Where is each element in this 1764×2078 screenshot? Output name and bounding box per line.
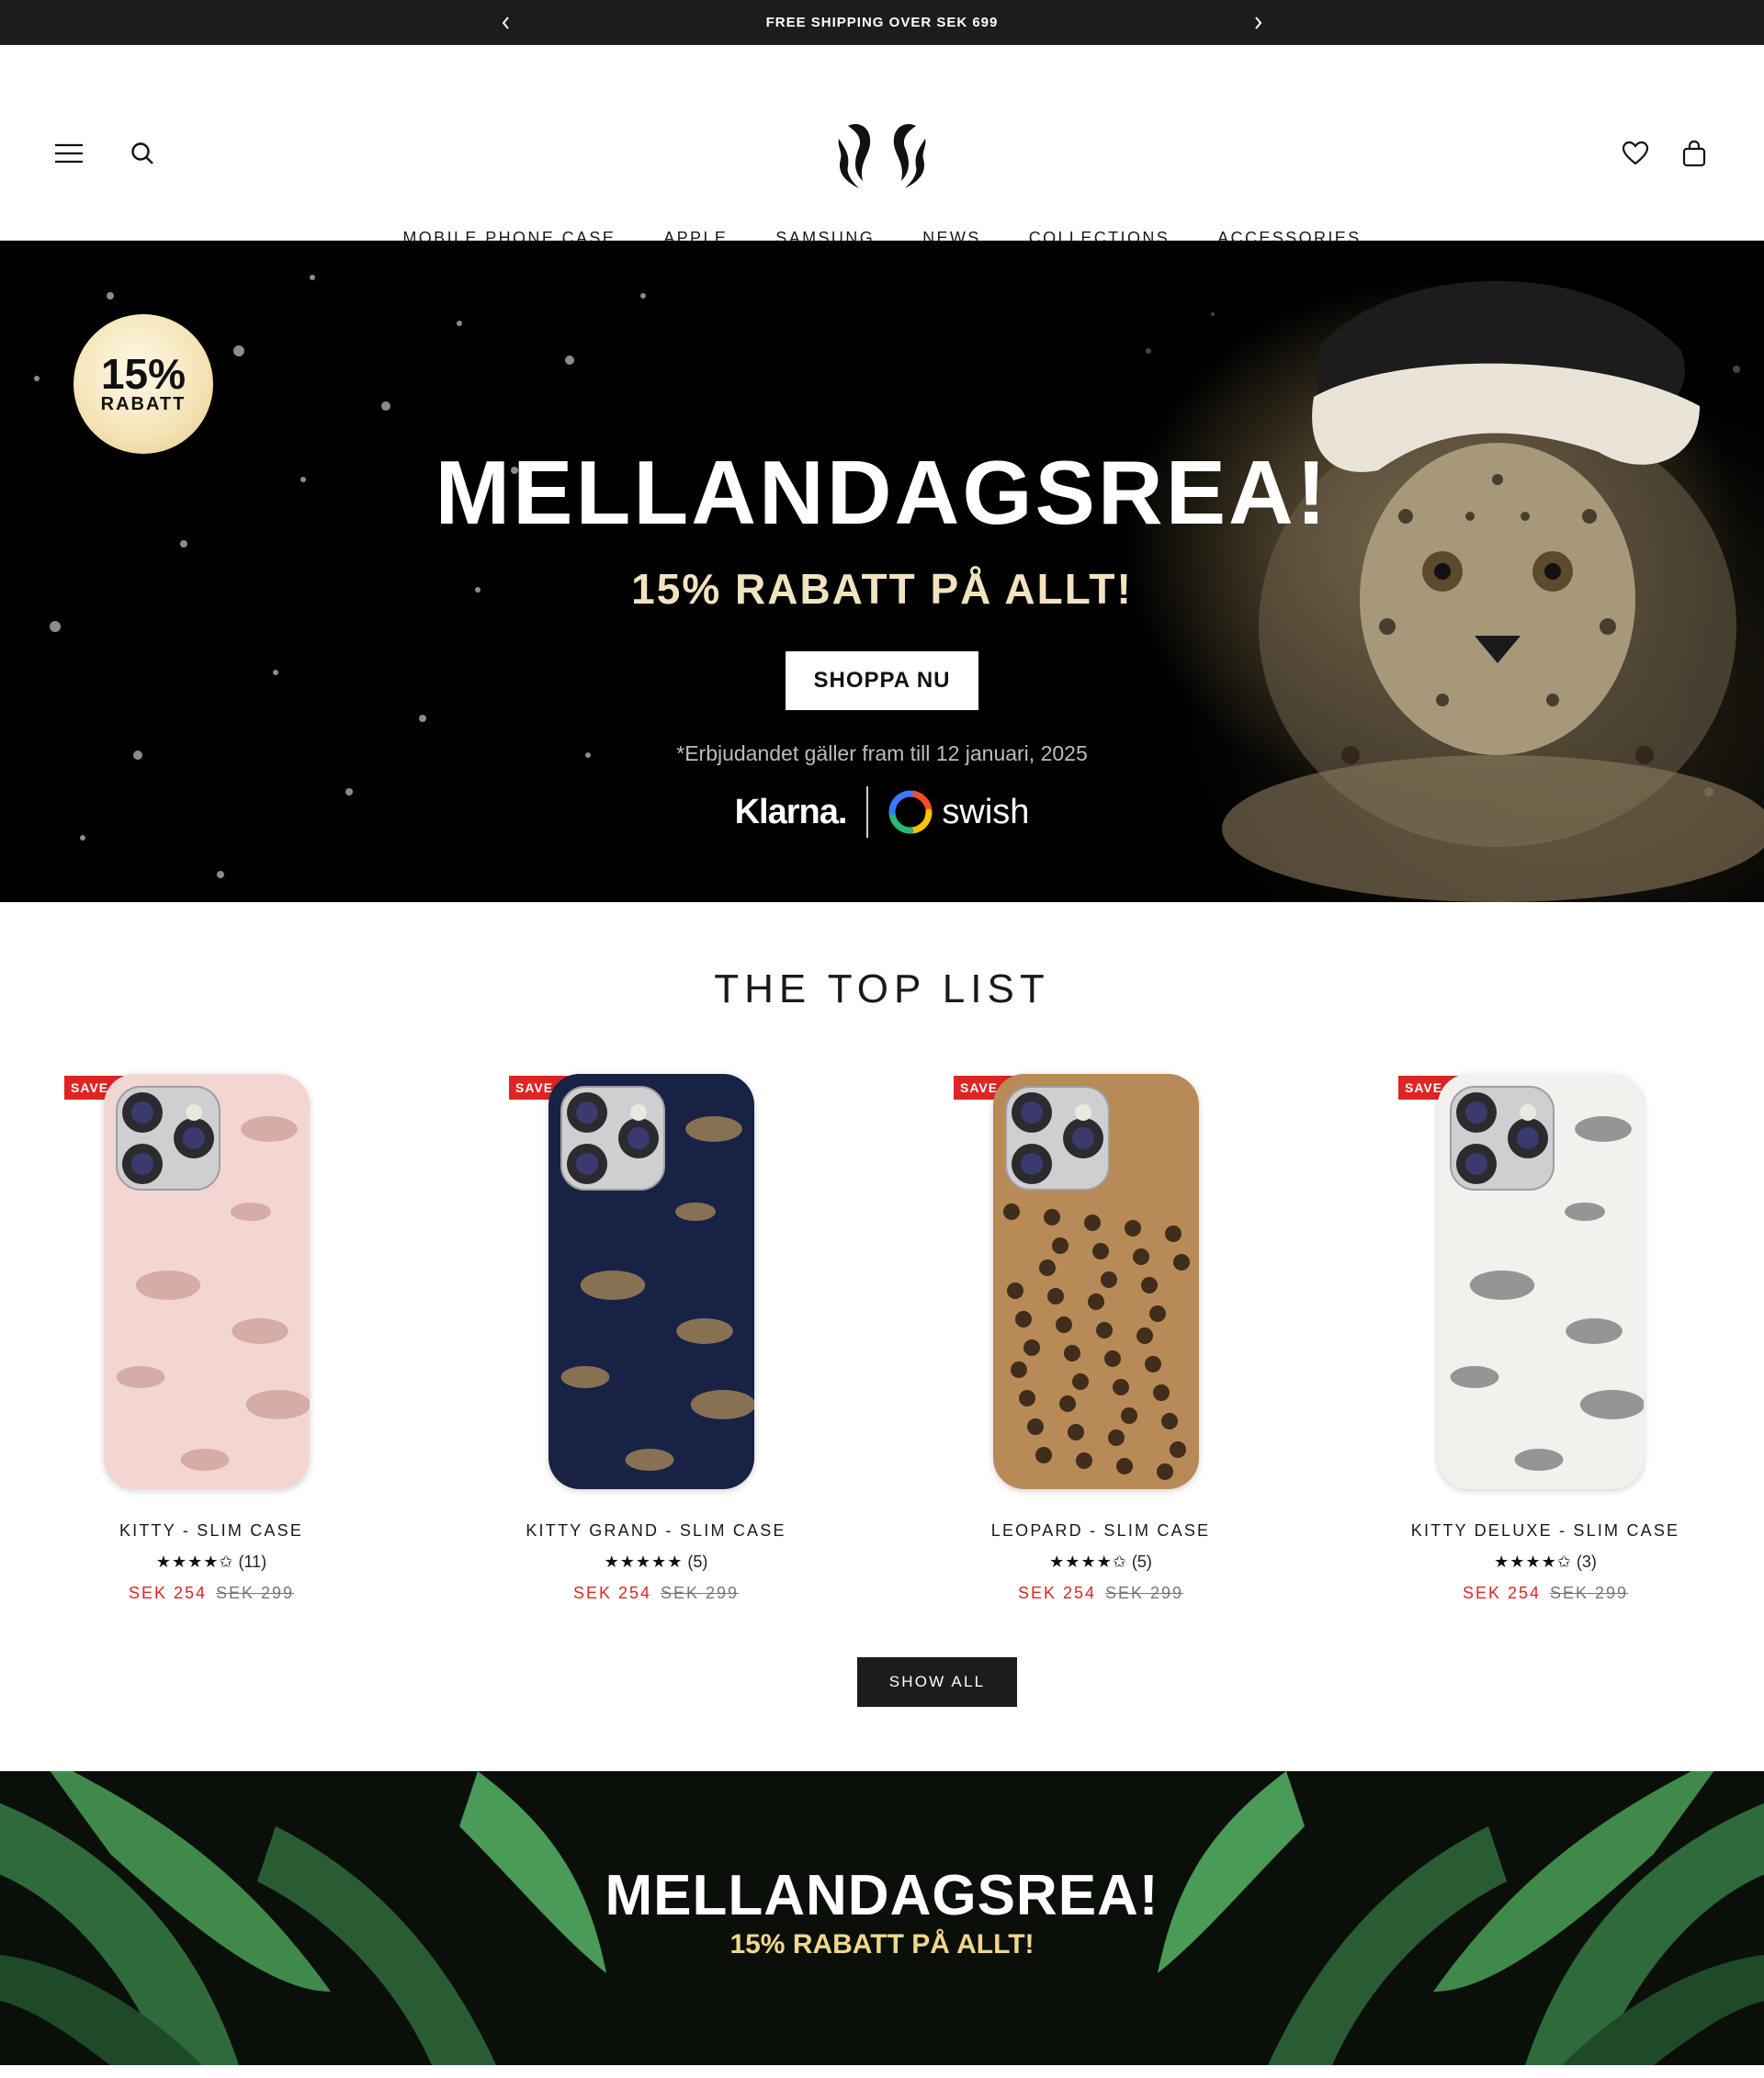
product-price: SEK 254 SEK 299 xyxy=(0,1584,423,1603)
announcement-bar: FREE SHIPPING OVER SEK 699 xyxy=(0,0,1764,45)
sale-price: SEK 254 xyxy=(572,1584,651,1602)
compare-price: SEK 299 xyxy=(216,1584,295,1602)
product-name[interactable]: KITTY GRAND - SLIM CASE xyxy=(445,1521,867,1541)
rating-stars: ★★★★✩ xyxy=(1494,1553,1572,1571)
product-image[interactable] xyxy=(548,1074,754,1489)
hero-title: MELLANDAGSREA! xyxy=(435,442,1329,543)
hero-subtitle: 15% RABATT PÅ ALLT! xyxy=(631,565,1133,613)
phone-case-art xyxy=(1450,1086,1644,1471)
payment-divider xyxy=(866,786,869,838)
product-grid: SAVE SEK 45 KITTY - SLIM CASE ★★★★✩ (11)… xyxy=(0,1071,1764,1622)
sale-banner[interactable]: MELLANDAGSREA! 15% RABATT PÅ ALLT! xyxy=(0,1771,1764,2065)
sale-price: SEK 254 xyxy=(1462,1584,1541,1602)
klarna-logo: Klarna. xyxy=(734,792,848,831)
product-rating: ★★★★✩ (3) xyxy=(1334,1553,1757,1572)
compare-price: SEK 299 xyxy=(1105,1584,1184,1602)
product-price: SEK 254 SEK 299 xyxy=(889,1584,1312,1603)
phone-case-art xyxy=(1003,1086,1190,1480)
hero-banner[interactable]: 15% RABATT MELLANDAGSREA! 15% RABATT PÅ … xyxy=(0,241,1764,902)
phone-case-art xyxy=(560,1086,754,1471)
product-rating: ★★★★✩ (5) xyxy=(889,1553,1312,1572)
menu-icon[interactable] xyxy=(52,137,85,170)
product-name[interactable]: KITTY DELUXE - SLIM CASE xyxy=(1334,1521,1757,1541)
hero-fine-print: *Erbjudandet gäller fram till 12 januari… xyxy=(676,741,1088,765)
rating-stars: ★★★★★ xyxy=(604,1553,684,1571)
announcement-next-icon[interactable] xyxy=(1239,0,1276,45)
product-price: SEK 254 SEK 299 xyxy=(1334,1584,1757,1603)
product-image[interactable] xyxy=(1438,1074,1644,1489)
site-header: MOBILE PHONE CASE APPLE SAMSUNG NEWS COL… xyxy=(0,45,1764,247)
product-rating: ★★★★✩ (11) xyxy=(0,1553,423,1572)
search-icon[interactable] xyxy=(126,137,159,170)
heart-icon[interactable] xyxy=(1619,137,1652,170)
rating-stars: ★★★★✩ xyxy=(1049,1553,1127,1571)
review-count: (11) xyxy=(238,1553,267,1571)
announcement-text: FREE SHIPPING OVER SEK 699 xyxy=(765,15,999,30)
section-title: THE TOP LIST xyxy=(714,966,1050,1011)
compare-price: SEK 299 xyxy=(661,1584,740,1602)
sale-price: SEK 254 xyxy=(128,1584,207,1602)
product-price: SEK 254 SEK 299 xyxy=(445,1584,867,1603)
badge-label: RABATT xyxy=(100,393,187,414)
bag-icon[interactable] xyxy=(1678,137,1711,170)
badge-percent: 15% xyxy=(100,349,187,398)
banner-subtitle: 15% RABATT PÅ ALLT! xyxy=(729,1929,1035,1959)
product-card[interactable]: SAVE SEK 45 KITTY DELUXE - SLIM CASE ★★★… xyxy=(1334,1071,1757,1622)
swish-logo: swish xyxy=(888,790,1029,834)
review-count: (5) xyxy=(687,1553,708,1571)
show-all-button[interactable]: SHOW ALL xyxy=(857,1657,1017,1707)
product-card[interactable]: SAVE SEK 45 KITTY - SLIM CASE ★★★★✩ (11)… xyxy=(0,1071,423,1622)
roar-logo[interactable] xyxy=(831,117,933,192)
product-rating: ★★★★★ (5) xyxy=(445,1553,867,1572)
review-count: (3) xyxy=(1576,1553,1597,1571)
product-name[interactable]: LEOPARD - SLIM CASE xyxy=(889,1521,1312,1541)
swish-icon xyxy=(888,790,933,834)
banner-title: MELLANDAGSREA! xyxy=(605,1864,1159,1927)
sale-price: SEK 254 xyxy=(1017,1584,1096,1602)
shop-now-button[interactable]: SHOPPA NU xyxy=(786,651,978,710)
swish-label: swish xyxy=(942,792,1030,831)
compare-price: SEK 299 xyxy=(1550,1584,1629,1602)
discount-badge: 15% RABATT xyxy=(74,314,213,454)
product-name[interactable]: KITTY - SLIM CASE xyxy=(0,1521,423,1541)
rating-stars: ★★★★✩ xyxy=(155,1553,234,1571)
product-image[interactable] xyxy=(104,1074,310,1489)
payment-logos: Klarna. swish xyxy=(0,786,1764,838)
review-count: (5) xyxy=(1131,1553,1152,1571)
product-card[interactable]: SAVE SEK 45 KITTY GRAND - SLIM CASE ★★★★… xyxy=(445,1071,867,1622)
phone-case-art xyxy=(116,1086,310,1471)
product-card[interactable]: SAVE SEK 45 LEOPARD - SLIM CASE ★★★★✩ (5… xyxy=(889,1071,1312,1622)
announcement-prev-icon[interactable] xyxy=(488,0,525,45)
product-image[interactable] xyxy=(993,1074,1199,1489)
